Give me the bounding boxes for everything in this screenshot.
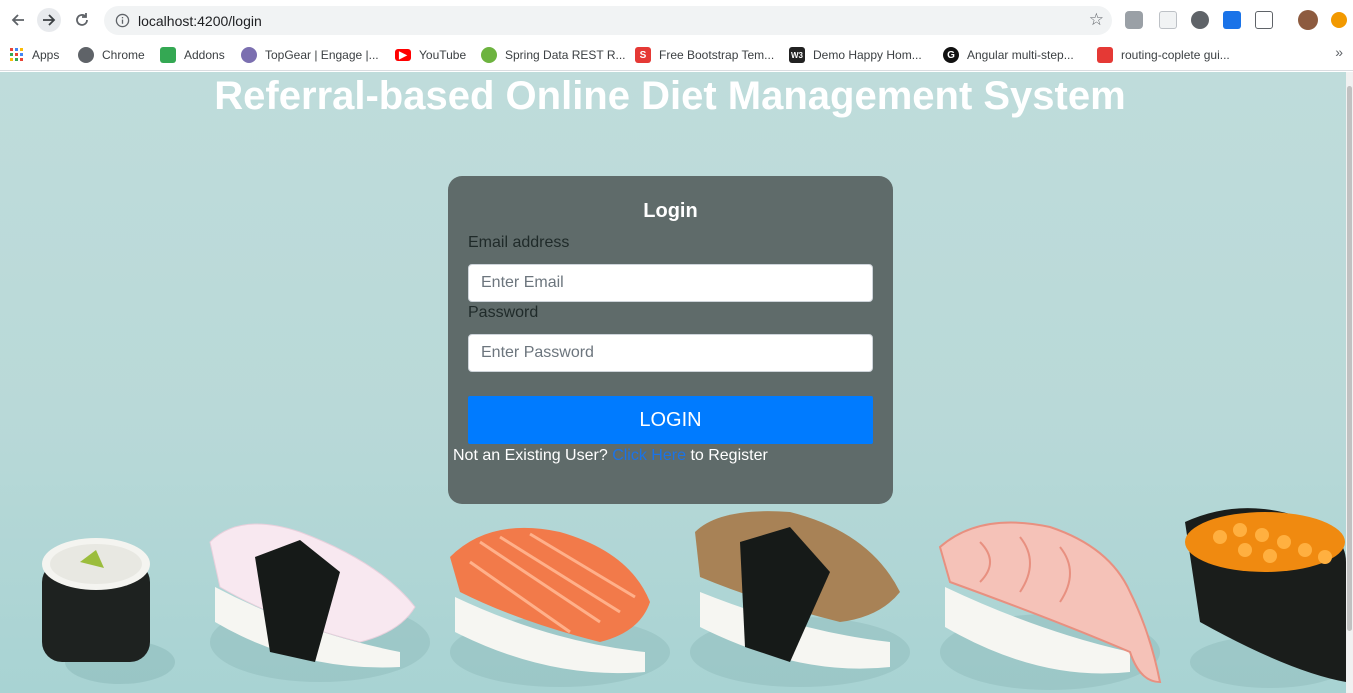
apps-grid-icon bbox=[10, 48, 23, 61]
reload-icon bbox=[76, 13, 88, 26]
white-fish-nigiri-image bbox=[209, 523, 430, 682]
bookmark-chrome[interactable]: Chrome bbox=[78, 45, 145, 65]
forward-button[interactable] bbox=[37, 8, 61, 32]
youtube-icon: ▶ bbox=[395, 49, 411, 61]
login-card: Login Email address Password LOGIN Not a… bbox=[448, 176, 893, 504]
globe-icon bbox=[78, 47, 94, 63]
bookmark-topgear[interactable]: TopGear | Engage |... bbox=[241, 45, 379, 65]
bookmark-spring[interactable]: Spring Data REST R... bbox=[481, 45, 626, 65]
routing-icon bbox=[1097, 47, 1113, 63]
reload-button[interactable] bbox=[70, 8, 94, 32]
bookmark-bootstrap[interactable]: S Free Bootstrap Tem... bbox=[635, 45, 774, 65]
scrollbar-thumb[interactable] bbox=[1347, 86, 1352, 631]
register-suffix: to Register bbox=[690, 447, 768, 464]
bookmark-routing[interactable]: routing-coplete gui... bbox=[1097, 45, 1230, 65]
arrow-right-icon bbox=[43, 14, 56, 26]
extension-trello-icon[interactable] bbox=[1223, 11, 1241, 29]
shrimp-nigiri-image bbox=[938, 521, 1162, 690]
page-title: Referral-based Online Diet Management Sy… bbox=[214, 74, 1126, 118]
bookmark-angular[interactable]: G Angular multi-step... bbox=[943, 45, 1074, 65]
info-icon[interactable] bbox=[115, 13, 130, 28]
update-icon[interactable] bbox=[1331, 12, 1347, 28]
more-bookmarks-icon[interactable]: » bbox=[1335, 44, 1343, 60]
register-prefix: Not an Existing User? bbox=[453, 447, 608, 464]
password-label: Password bbox=[468, 304, 539, 321]
login-button[interactable]: LOGIN bbox=[468, 396, 873, 444]
extension-circle-icon[interactable] bbox=[1191, 11, 1209, 29]
spring-leaf-icon bbox=[481, 47, 497, 63]
bookmark-label: routing-coplete gui... bbox=[1121, 48, 1230, 62]
url-text: localhost:4200/login bbox=[138, 13, 262, 29]
sushi-illustration bbox=[42, 508, 1346, 690]
bookmark-label: TopGear | Engage |... bbox=[265, 48, 379, 62]
bookmark-label: Demo Happy Hom... bbox=[813, 48, 922, 62]
register-prompt: Not an Existing User? Click Here to Regi… bbox=[453, 447, 768, 465]
browser-toolbar: localhost:4200/login ☆ bbox=[0, 0, 1353, 40]
bookmark-star-icon[interactable]: ☆ bbox=[1089, 11, 1104, 28]
page-scrollbar[interactable] bbox=[1346, 72, 1353, 693]
extension-pocket-icon[interactable] bbox=[1159, 11, 1177, 29]
roe-gunkan-image bbox=[1185, 508, 1346, 688]
bookmark-label: YouTube bbox=[419, 48, 467, 62]
puzzle-icon bbox=[160, 47, 176, 63]
arrow-left-icon bbox=[11, 14, 24, 26]
salmon-nigiri-image bbox=[450, 527, 670, 687]
sushi-roll-image bbox=[42, 538, 175, 684]
bookmark-label: Chrome bbox=[102, 48, 145, 62]
register-link[interactable]: Click Here bbox=[612, 447, 686, 464]
email-label: Email address bbox=[468, 234, 570, 251]
topgear-icon bbox=[241, 47, 257, 63]
s-logo-icon: S bbox=[635, 47, 651, 63]
address-bar[interactable]: localhost:4200/login ☆ bbox=[104, 6, 1112, 35]
bookmark-label: Free Bootstrap Tem... bbox=[659, 48, 775, 62]
bookmark-addons[interactable]: Addons bbox=[160, 45, 225, 65]
eel-nigiri-image bbox=[690, 511, 910, 687]
bookmark-label: Addons bbox=[184, 48, 225, 62]
bookmark-label: Angular multi-step... bbox=[967, 48, 1074, 62]
bookmark-apps[interactable]: Apps bbox=[10, 45, 59, 65]
bookmarks-bar: Apps Chrome Addons TopGear | Engage |...… bbox=[0, 40, 1353, 71]
bookmark-label: Spring Data REST R... bbox=[505, 48, 626, 62]
extension-c-icon[interactable] bbox=[1255, 11, 1273, 29]
profile-avatar[interactable] bbox=[1298, 10, 1318, 30]
bookmark-label: Apps bbox=[32, 48, 60, 62]
login-heading: Login bbox=[643, 200, 698, 222]
back-button[interactable] bbox=[6, 8, 30, 32]
password-field[interactable] bbox=[468, 334, 873, 372]
w3-icon: W3 bbox=[789, 47, 805, 63]
bookmark-demo-happy[interactable]: W3 Demo Happy Hom... bbox=[789, 45, 922, 65]
extension-cube-icon[interactable] bbox=[1125, 11, 1143, 29]
bookmark-youtube[interactable]: ▶ YouTube bbox=[395, 45, 466, 65]
g-logo-icon: G bbox=[943, 47, 959, 63]
page-viewport: Referral-based Online Diet Management Sy… bbox=[0, 72, 1346, 693]
email-field[interactable] bbox=[468, 264, 873, 302]
